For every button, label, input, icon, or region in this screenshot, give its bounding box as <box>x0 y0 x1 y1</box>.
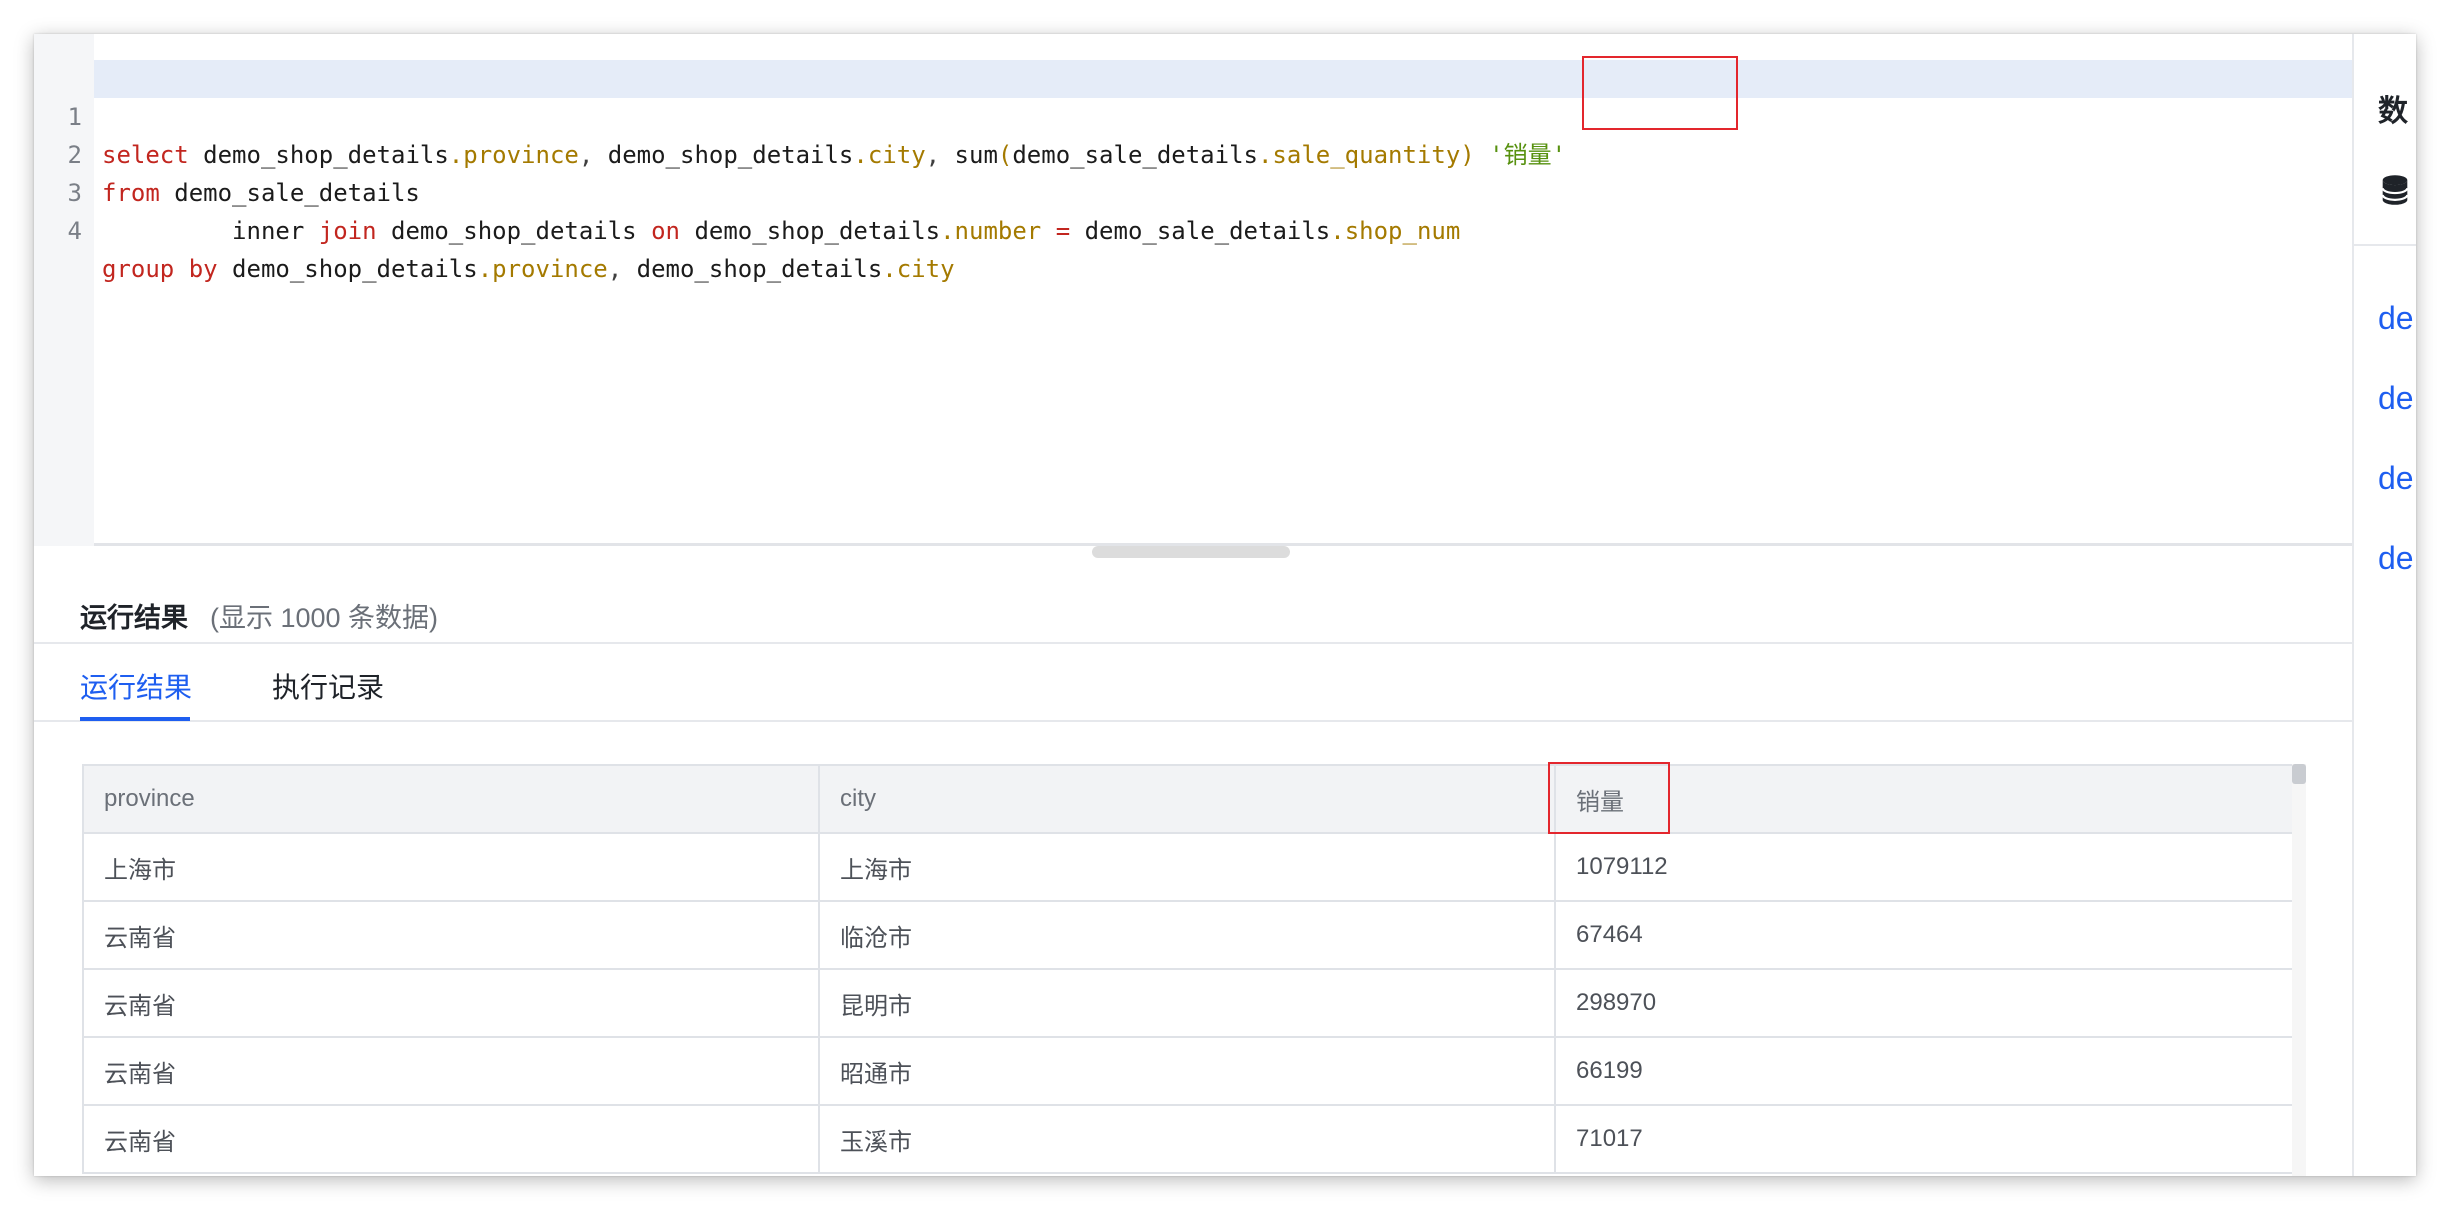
code-token: join <box>318 217 377 245</box>
code-token: on <box>651 217 680 245</box>
code-token: ( <box>997 141 1013 169</box>
table-header-row: province city 销量 <box>82 764 2294 834</box>
code-text[interactable]: inner join demo_shop_details on demo_sho… <box>102 212 1460 250</box>
line-number: 4 <box>67 217 82 245</box>
database-icon <box>2381 175 2409 205</box>
right-panel-divider <box>2354 244 2416 246</box>
result-header: 运行结果 (显示 1000 条数据) <box>34 578 2352 644</box>
cell-sales: 1079112 <box>1554 832 2294 902</box>
code-token: ) <box>1460 141 1475 169</box>
code-token: demo_shop_details <box>188 141 449 169</box>
code-area[interactable] <box>94 34 2352 546</box>
code-line-4[interactable]: 4 group by demo_shop_details.province, d… <box>34 174 955 283</box>
cell-province: 上海市 <box>82 832 820 902</box>
cell-sales: 298970 <box>1554 968 2294 1038</box>
code-token: .city <box>853 141 926 169</box>
alias-highlight-box <box>1582 56 1738 130</box>
table-row: 云南省 昆明市 298970 <box>82 968 2294 1038</box>
code-text[interactable]: group by demo_shop_details.province, dem… <box>102 250 955 288</box>
code-token: .sale_quantity <box>1257 141 1461 169</box>
cell-province: 云南省 <box>82 900 820 970</box>
code-token: .number <box>940 217 1042 245</box>
code-token: demo_sale_details <box>159 179 420 207</box>
code-token: '销量' <box>1474 141 1567 169</box>
column-header-province[interactable]: province <box>82 764 820 834</box>
editor-resize-handle[interactable] <box>1092 546 1290 558</box>
cell-city: 玉溪市 <box>818 1104 1556 1174</box>
code-token: demo_shop_details <box>217 255 478 283</box>
cell-city: 昆明市 <box>818 968 1556 1038</box>
cell-sales: 66199 <box>1554 1036 2294 1106</box>
active-line-highlight <box>94 60 2352 98</box>
result-table: province city 销量 上海市 上海市 1079112 云南省 临沧市… <box>82 764 2294 1174</box>
table-row: 云南省 临沧市 67464 <box>82 900 2294 970</box>
right-panel-title: 数 <box>2378 95 2408 128</box>
cell-province: 云南省 <box>82 968 820 1038</box>
cell-city: 昭通市 <box>818 1036 1556 1106</box>
code-token: = <box>1041 217 1085 245</box>
code-line-2[interactable]: 2 from demo_sale_details <box>34 98 420 207</box>
column-header-city[interactable]: city <box>818 764 1556 834</box>
cell-city: 上海市 <box>818 832 1556 902</box>
tab-run-result[interactable]: 运行结果 <box>80 666 192 706</box>
code-token: demo_shop_details <box>376 217 652 245</box>
code-token: .shop_num <box>1330 217 1461 245</box>
sql-workspace-window: 1 select demo_shop_details.province, dem… <box>34 34 2416 1176</box>
cell-province: 云南省 <box>82 1104 820 1174</box>
code-token: sum <box>940 141 998 169</box>
code-text[interactable]: select demo_shop_details.province, demo_… <box>102 136 1566 174</box>
code-line-3[interactable]: 3 inner join demo_shop_details on demo_s… <box>34 136 1461 245</box>
table-row: 云南省 玉溪市 71017 <box>82 1104 2294 1174</box>
tab-execution-log[interactable]: 执行记录 <box>272 666 384 706</box>
sales-column-highlight-box <box>1548 762 1670 834</box>
table-link[interactable]: de <box>2378 300 2414 337</box>
table-link[interactable]: de <box>2378 380 2414 417</box>
code-token: demo_shop_details <box>593 141 854 169</box>
cell-province: 云南省 <box>82 1036 820 1106</box>
table-row: 上海市 上海市 1079112 <box>82 832 2294 902</box>
code-token: .province <box>477 255 608 283</box>
table-link[interactable]: de <box>2378 460 2414 497</box>
right-side-panel: 数 de de de de <box>2352 34 2416 1176</box>
table-scrollbar[interactable] <box>2292 764 2306 1176</box>
code-token: demo_shop_details <box>622 255 883 283</box>
code-token: demo_shop_details <box>680 217 941 245</box>
code-token: , <box>925 141 941 169</box>
code-token: demo_sale_details <box>1084 217 1331 245</box>
code-token: group by <box>102 255 218 283</box>
cell-city: 临沧市 <box>818 900 1556 970</box>
code-token: , <box>607 255 623 283</box>
code-text[interactable]: from demo_sale_details <box>102 174 420 212</box>
result-tabs: 运行结果 执行记录 <box>34 644 2352 722</box>
table-link[interactable]: de <box>2378 540 2414 577</box>
sql-editor[interactable]: 1 select demo_shop_details.province, dem… <box>34 34 2352 546</box>
result-count-note: (显示 1000 条数据) <box>210 603 439 633</box>
code-line-1[interactable]: 1 select demo_shop_details.province, dem… <box>34 60 1567 169</box>
code-token: inner <box>102 217 319 245</box>
table-row: 云南省 昭通市 66199 <box>82 1036 2294 1106</box>
code-token: .city <box>882 255 955 283</box>
code-token: , <box>578 141 594 169</box>
active-tab-indicator <box>80 717 190 721</box>
table-scroll-thumb[interactable] <box>2292 764 2306 784</box>
code-token: demo_sale_details <box>1012 141 1258 169</box>
code-token: .province <box>448 141 579 169</box>
cell-sales: 71017 <box>1554 1104 2294 1174</box>
result-title: 运行结果 <box>80 603 188 633</box>
cell-sales: 67464 <box>1554 900 2294 970</box>
